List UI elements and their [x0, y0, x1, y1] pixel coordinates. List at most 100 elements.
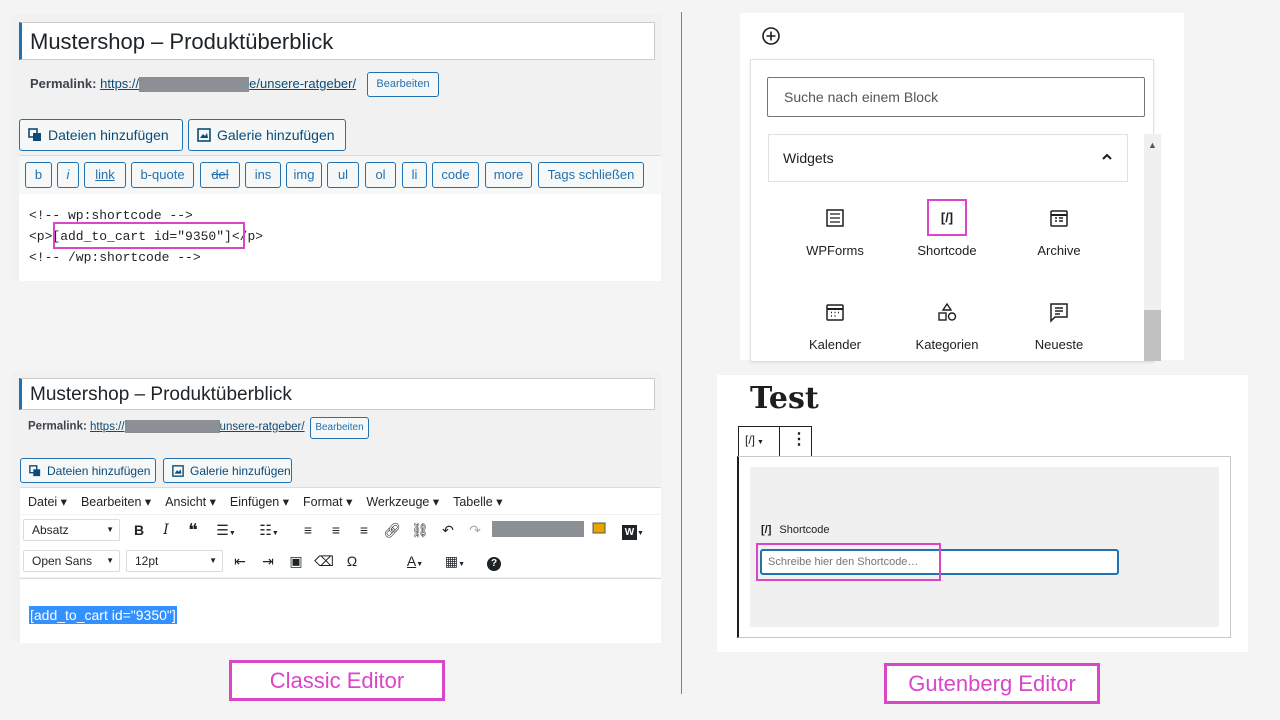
- permalink-edit-button[interactable]: Bearbeiten: [367, 72, 439, 97]
- permalink-edit-button[interactable]: Bearbeiten: [310, 417, 369, 439]
- block-archive[interactable]: Archive: [1004, 207, 1114, 258]
- quicktag-img[interactable]: img: [286, 162, 322, 188]
- bold-icon[interactable]: B: [129, 520, 149, 540]
- block-wpforms[interactable]: WPForms: [780, 207, 890, 258]
- numbered-list-icon[interactable]: ☷▼: [256, 520, 282, 540]
- gutenberg-editor-panel: Test [/] ▼ ⋮ [/] Shortcode Schreibe hier…: [717, 375, 1248, 652]
- align-left-icon[interactable]: ≡: [298, 520, 318, 540]
- permalink-label: Permalink:: [28, 420, 87, 433]
- unlink-icon[interactable]: ⛓︎: [410, 520, 430, 540]
- tinymce-menubar: Datei ▾ Bearbeiten ▾ Ansicht ▾ Einfügen …: [20, 487, 661, 514]
- link-icon[interactable]: 🔗︎: [382, 520, 402, 540]
- code-line-3: <!-- /wp:shortcode -->: [29, 250, 201, 265]
- plus-circle-icon[interactable]: [761, 26, 781, 46]
- quicktag-i[interactable]: i: [57, 162, 79, 188]
- media-icon[interactable]: [589, 520, 609, 540]
- inserter-scrollbar-thumb[interactable]: [1144, 310, 1161, 361]
- more-options-icon[interactable]: ⋮: [791, 430, 807, 450]
- menu-insert[interactable]: Einfügen ▾: [222, 494, 295, 509]
- redo-icon[interactable]: ↷: [465, 520, 485, 540]
- outdent-icon[interactable]: ⇤: [230, 551, 250, 571]
- redacted-domain: [139, 77, 250, 93]
- add-media-button[interactable]: Dateien hinzufügen: [19, 119, 183, 151]
- quicktag-code[interactable]: code: [432, 162, 479, 188]
- quicktag-ol[interactable]: ol: [365, 162, 396, 188]
- quicktag-ins[interactable]: ins: [245, 162, 281, 188]
- gutenberg-editor-caption: Gutenberg Editor: [884, 663, 1100, 704]
- quicktag-li[interactable]: li: [402, 162, 427, 188]
- format-select[interactable]: Absatz ▼: [23, 519, 120, 541]
- permalink-url[interactable]: https://unsere-ratgeber/: [90, 420, 305, 433]
- quicktag-del[interactable]: del: [200, 162, 240, 188]
- blockquote-icon[interactable]: ❝: [183, 520, 203, 540]
- menu-format[interactable]: Format ▾: [295, 494, 358, 509]
- post-title-input[interactable]: Mustershop – Produktüberblick: [19, 22, 655, 60]
- shortcode-block-label: [/] Shortcode: [761, 524, 830, 536]
- menu-table[interactable]: Tabelle ▾: [445, 494, 508, 509]
- block-label: Shortcode: [917, 243, 977, 258]
- permalink-label: Permalink:: [30, 76, 97, 91]
- section-divider: [681, 12, 682, 694]
- post-title-input[interactable]: Mustershop – Produktüberblick: [19, 378, 655, 410]
- undo-icon[interactable]: ↶: [438, 520, 458, 540]
- menu-file[interactable]: Datei ▾: [20, 494, 73, 509]
- menu-edit[interactable]: Bearbeiten ▾: [73, 494, 157, 509]
- paste-icon[interactable]: ▣: [286, 551, 306, 571]
- add-media-button[interactable]: Dateien hinzufügen: [20, 458, 156, 483]
- quicktags-toolbar: b i link b-quote del ins img ul ol li co…: [19, 155, 661, 195]
- media-icon: [28, 128, 42, 142]
- quicktag-more[interactable]: more: [485, 162, 532, 188]
- add-gallery-label: Galerie hinzufügen: [217, 127, 335, 143]
- tinymce-toolbar-row-1: Absatz ▼ B I ❝ ☰▼ ☷▼ ≡ ≡ ≡ 🔗︎ ⛓︎ ↶ ↷ W ▼: [20, 515, 661, 546]
- table-icon[interactable]: ▦▼: [440, 551, 470, 571]
- block-search-input[interactable]: Suche nach einem Block: [767, 77, 1145, 117]
- quicktag-ul[interactable]: ul: [327, 162, 359, 188]
- block-type-switcher[interactable]: [/] ▼: [745, 433, 764, 447]
- block-latest[interactable]: Neueste: [1004, 301, 1114, 352]
- quicktag-b[interactable]: b: [25, 162, 52, 188]
- widgets-category-header[interactable]: Widgets: [768, 134, 1128, 182]
- visual-editor-area[interactable]: [add_to_cart id="9350"]: [20, 578, 661, 643]
- quicktag-bquote[interactable]: b-quote: [131, 162, 194, 188]
- wordpress-icon[interactable]: W ▼: [618, 520, 648, 540]
- classic-editor-text-panel: Mustershop – Produktüberblick Permalink:…: [12, 14, 661, 281]
- latest-comments-icon: [1048, 301, 1070, 323]
- omega-icon[interactable]: Ω: [342, 551, 362, 571]
- chevron-up-icon: [1101, 135, 1113, 181]
- align-center-icon[interactable]: ≡: [326, 520, 346, 540]
- input-highlight-box: [756, 543, 941, 581]
- add-media-label: Dateien hinzufügen: [47, 463, 151, 478]
- eraser-icon[interactable]: ⌫: [314, 551, 334, 571]
- add-gallery-label: Galerie hinzufügen: [190, 463, 291, 478]
- font-size-select[interactable]: 12pt ▼: [126, 550, 223, 572]
- add-gallery-button[interactable]: Galerie hinzufügen: [188, 119, 346, 151]
- block-calendar[interactable]: Kalender: [780, 301, 890, 352]
- menu-view[interactable]: Ansicht ▾: [157, 494, 222, 509]
- align-right-icon[interactable]: ≡: [354, 520, 374, 540]
- menu-tools[interactable]: Werkzeuge ▾: [358, 494, 445, 509]
- text-color-icon[interactable]: A▼: [400, 551, 430, 571]
- quicktag-link[interactable]: link: [84, 162, 126, 188]
- add-gallery-button[interactable]: Galerie hinzufügen: [163, 458, 292, 483]
- scroll-up-icon[interactable]: ▲: [1148, 140, 1157, 150]
- classic-editor-visual-panel: Mustershop – Produktüberblick Permalink:…: [12, 372, 661, 643]
- help-icon[interactable]: ?: [484, 551, 504, 571]
- gallery-icon: [172, 464, 184, 477]
- post-title[interactable]: Test: [750, 381, 819, 416]
- shapes-icon: [936, 301, 958, 323]
- widgets-category-label: Widgets: [783, 150, 834, 166]
- italic-icon[interactable]: I: [156, 520, 176, 540]
- block-inserter-popover: Suche nach einem Block Widgets ▲ WPForms…: [750, 59, 1161, 362]
- indent-icon[interactable]: ⇥: [258, 551, 278, 571]
- toolbar-separator: [779, 427, 780, 456]
- permalink-url[interactable]: https://e/unsere-ratgeber/: [100, 76, 356, 93]
- font-family-select[interactable]: Open Sans ▼: [23, 550, 120, 572]
- block-label: Archive: [1037, 243, 1081, 258]
- redacted-domain: [124, 420, 220, 433]
- block-categories[interactable]: Kategorien: [892, 301, 1002, 352]
- shortcode-highlight-box: [53, 222, 245, 249]
- quicktag-close-tags[interactable]: Tags schließen: [538, 162, 644, 188]
- archive-icon: [1048, 207, 1070, 229]
- bullet-list-icon[interactable]: ☰▼: [213, 520, 239, 540]
- block-label: Neueste: [1034, 337, 1084, 352]
